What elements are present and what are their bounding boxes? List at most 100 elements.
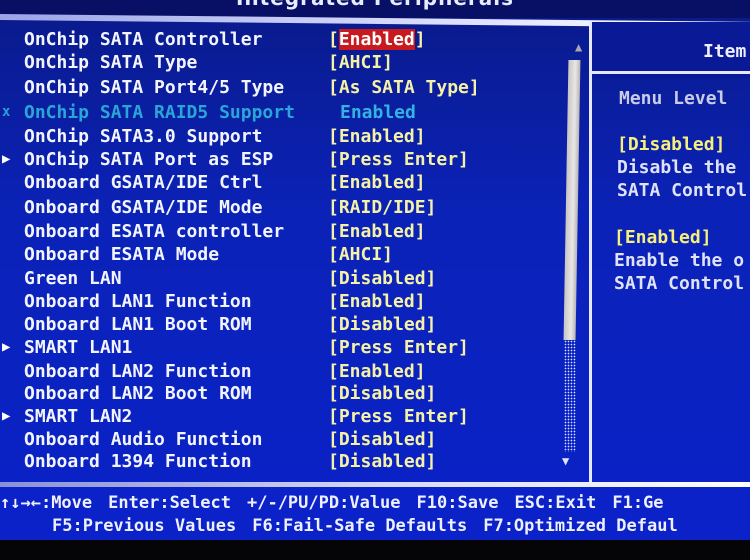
setting-value[interactable]: [Enabled] bbox=[328, 220, 426, 243]
setting-label: Onboard LAN1 Boot ROM bbox=[24, 314, 252, 335]
key-hint: F6:Fail-Safe Defaults bbox=[252, 516, 467, 536]
setting-label: OnChip SATA Port4/5 Type bbox=[24, 77, 285, 98]
panel-divider bbox=[589, 22, 592, 482]
key-hint-action: :Select bbox=[159, 493, 231, 513]
help-description-line: Enable the o bbox=[614, 250, 745, 271]
setting-label: Onboard GSATA/IDE Ctrl bbox=[24, 172, 263, 193]
key-hint-key: F5 bbox=[52, 516, 73, 536]
setting-row[interactable]: Green LAN [Disabled] bbox=[0, 267, 560, 290]
scroll-up-icon[interactable]: ▲ bbox=[575, 40, 582, 54]
setting-value[interactable]: [AHCI] bbox=[328, 51, 393, 74]
key-hint-key: Enter bbox=[108, 493, 160, 513]
setting-value[interactable]: [Disabled] bbox=[328, 450, 436, 473]
setting-label: Onboard 1394 Function bbox=[24, 451, 252, 472]
setting-label: Green LAN bbox=[24, 268, 122, 289]
key-hint-key: +/-/PU/PD bbox=[246, 493, 340, 513]
setting-row[interactable]: OnChip SATA Port4/5 Type [As SATA Type] bbox=[0, 76, 560, 99]
key-hint-key: F1 bbox=[612, 493, 633, 513]
help-description-line: Disable the bbox=[617, 157, 737, 178]
setting-row[interactable]: ▶ SMART LAN1 [Press Enter] bbox=[0, 336, 560, 359]
key-hint-action: :Fail-Safe Defaults bbox=[272, 516, 468, 536]
key-hint: F1:Ge bbox=[612, 493, 663, 513]
key-hint: Enter:Select bbox=[108, 493, 231, 513]
setting-value[interactable]: [Disabled] bbox=[328, 313, 436, 336]
help-option-label: [Disabled] bbox=[617, 134, 726, 155]
setting-row[interactable]: OnChip SATA Type [AHCI] bbox=[0, 51, 560, 74]
setting-row[interactable]: Onboard LAN2 Function [Enabled] bbox=[0, 360, 560, 383]
scroll-down-icon[interactable]: ▼ bbox=[562, 454, 569, 468]
setting-value[interactable]: [Press Enter] bbox=[328, 148, 469, 171]
setting-label: Onboard LAN2 Boot ROM bbox=[24, 383, 252, 404]
setting-row[interactable]: Onboard GSATA/IDE Mode [RAID/IDE] bbox=[0, 196, 560, 219]
setting-row[interactable]: Onboard LAN1 Boot ROM [Disabled] bbox=[0, 313, 560, 336]
key-hint-key: F7 bbox=[483, 516, 504, 536]
key-hint: F10:Save bbox=[417, 493, 499, 513]
setting-value[interactable]: [Disabled] bbox=[328, 382, 436, 405]
setting-value[interactable]: [Enabled] bbox=[328, 171, 426, 194]
setting-value[interactable]: [As SATA Type] bbox=[328, 76, 480, 99]
key-hint-action: :Exit bbox=[545, 493, 597, 513]
key-hint-key: ESC bbox=[514, 493, 546, 513]
setting-value[interactable]: [Enabled] bbox=[328, 360, 426, 383]
setting-value[interactable]: [Press Enter] bbox=[328, 405, 469, 428]
key-hint-key: F6 bbox=[252, 516, 273, 536]
setting-value[interactable]: [Disabled] bbox=[328, 428, 436, 451]
selected-value-highlight[interactable]: Enabled bbox=[338, 29, 415, 50]
setting-label: Onboard Audio Function bbox=[24, 429, 263, 450]
setting-row[interactable]: Onboard 1394 Function [Disabled] bbox=[0, 450, 560, 473]
setting-row[interactable]: Onboard Audio Function [Disabled] bbox=[0, 428, 560, 451]
key-hint-key: F10 bbox=[416, 493, 448, 513]
setting-row[interactable]: OnChip SATA Controller [Enabled] bbox=[0, 28, 560, 51]
submenu-arrow-icon: ▶ bbox=[2, 151, 11, 167]
key-hint-action: :Previous Values bbox=[72, 516, 237, 536]
setting-label: OnChip SATA Type bbox=[24, 52, 198, 73]
setting-label: Onboard GSATA/IDE Mode bbox=[24, 197, 263, 218]
setting-value[interactable]: [Disabled] bbox=[328, 267, 436, 290]
key-hint: F5:Previous Values bbox=[52, 516, 236, 536]
scrollbar-track[interactable] bbox=[564, 340, 576, 452]
help-description-line: SATA Control bbox=[617, 180, 748, 201]
help-divider bbox=[592, 71, 750, 74]
screen-bezel bbox=[0, 540, 750, 560]
submenu-arrow-icon: ▶ bbox=[2, 408, 11, 424]
setting-label: Onboard ESATA Mode bbox=[24, 244, 220, 265]
setting-row[interactable]: Onboard LAN1 Function [Enabled] bbox=[0, 290, 560, 313]
setting-row[interactable]: Onboard LAN2 Boot ROM [Disabled] bbox=[0, 382, 560, 405]
setting-value[interactable]: [Enabled] bbox=[328, 125, 426, 148]
setting-row[interactable]: Onboard GSATA/IDE Ctrl [Enabled] bbox=[0, 171, 560, 194]
setting-row[interactable]: Onboard ESATA controller [Enabled] bbox=[0, 220, 560, 243]
setting-label: Onboard LAN2 Function bbox=[24, 361, 252, 382]
setting-value[interactable]: [Press Enter] bbox=[328, 336, 469, 359]
setting-label: Onboard ESATA controller bbox=[24, 221, 285, 242]
key-hint: F7:Optimized Defaul bbox=[483, 516, 677, 536]
setting-row[interactable]: ▶ SMART LAN2 [Press Enter] bbox=[0, 405, 560, 428]
bottom-divider bbox=[0, 482, 750, 487]
key-hint-action: :Save bbox=[447, 493, 499, 513]
key-hint-action: :Optimized Defaul bbox=[503, 516, 678, 536]
help-option-label: [Enabled] bbox=[614, 227, 712, 248]
key-hint-key: ↑↓→← bbox=[0, 493, 41, 513]
setting-row[interactable]: OnChip SATA3.0 Support [Enabled] bbox=[0, 125, 560, 148]
setting-label: OnChip SATA RAID5 Support bbox=[24, 102, 295, 123]
setting-label: SMART LAN1 bbox=[24, 337, 133, 358]
submenu-arrow-icon: ▶ bbox=[2, 339, 11, 355]
page-title: Integrated Peripherals bbox=[0, 0, 750, 10]
key-legend-line-1: ↑↓→←:Move Enter:Select +/-/PU/PD:Value F10:… bbox=[0, 492, 680, 514]
key-legend: ↑↓→←:Move Enter:Select +/-/PU/PD:Value F10:… bbox=[0, 488, 750, 540]
setting-row[interactable]: Onboard ESATA Mode [AHCI] bbox=[0, 243, 560, 266]
setting-label: OnChip SATA Port as ESP bbox=[24, 149, 274, 170]
key-hint: ↑↓→←:Move bbox=[0, 493, 92, 513]
setting-value[interactable]: [RAID/IDE] bbox=[328, 196, 436, 219]
setting-label: Onboard LAN1 Function bbox=[24, 291, 252, 312]
setting-value[interactable]: [Enabled] bbox=[328, 28, 426, 51]
help-description-line: SATA Control bbox=[614, 273, 745, 294]
key-hint-action: :Value bbox=[339, 493, 401, 513]
setting-row: x OnChip SATA RAID5 Support Enabled bbox=[0, 101, 560, 124]
locked-x-icon: x bbox=[2, 104, 11, 120]
menu-level-label: Menu Level bbox=[619, 88, 728, 109]
setting-row[interactable]: ▶ OnChip SATA Port as ESP [Press Enter] bbox=[0, 148, 560, 171]
key-hint: +/-/PU/PD:Value bbox=[247, 493, 401, 513]
setting-value[interactable]: [Enabled] bbox=[328, 290, 426, 313]
setting-value[interactable]: [AHCI] bbox=[328, 243, 393, 266]
key-legend-line-2: F5:Previous Values F6:Fail-Safe Defaults F… bbox=[52, 515, 694, 537]
